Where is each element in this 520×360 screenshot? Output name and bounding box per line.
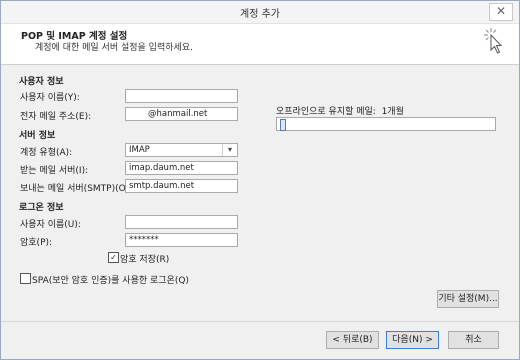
email-label: 전자 메일 주소(E): <box>20 112 92 122</box>
spa-checkbox[interactable] <box>20 273 31 284</box>
incoming-server-input[interactable]: imap.daum.net <box>125 161 238 175</box>
login-user-label: 사용자 이름(U): <box>20 220 81 230</box>
back-button[interactable]: < 뒤로(B) <box>326 331 379 349</box>
offline-slider-thumb[interactable] <box>280 119 286 131</box>
header-subtitle: 계정에 대한 메일 서버 설정을 입력하세요. <box>35 43 193 53</box>
account-type-select[interactable]: IMAP ▾ <box>125 143 238 157</box>
offline-label: 오프라인으로 유지할 메일: 1개월 <box>276 104 404 117</box>
password-input[interactable]: ******* <box>125 233 238 247</box>
server-info-section: 서버 정보 <box>19 131 56 141</box>
next-button[interactable]: 다음(N) > <box>386 331 439 349</box>
password-label: 암호(P): <box>20 238 53 248</box>
title-bar: 계정 추가 ✕ <box>1 1 519 24</box>
click-cursor-icon <box>484 28 503 54</box>
dialog-header: POP 및 IMAP 계정 설정 계정에 대한 메일 서버 설정을 입력하세요. <box>1 24 519 65</box>
offline-value: 1개월 <box>381 107 404 117</box>
account-setup-dialog: 계정 추가 ✕ POP 및 IMAP 계정 설정 계정에 대한 메일 서버 설정… <box>0 0 520 360</box>
user-name-label: 사용자 이름(Y): <box>20 93 80 103</box>
spa-label[interactable]: SPA(보안 암호 인증)를 사용한 로그온(Q) <box>32 273 189 286</box>
user-info-section: 사용자 정보 <box>19 77 64 87</box>
outgoing-server-input[interactable]: smtp.daum.net <box>125 179 238 193</box>
window-title: 계정 추가 <box>240 9 280 20</box>
account-type-value: IMAP <box>129 145 150 155</box>
account-type-label: 계정 유형(A): <box>20 148 73 158</box>
email-input[interactable]: @hanmail.net <box>125 107 238 121</box>
chevron-down-icon[interactable]: ▾ <box>222 144 237 156</box>
user-name-input[interactable] <box>125 89 238 103</box>
offline-slider[interactable] <box>276 117 496 131</box>
remember-password-checkbox[interactable]: ✓ <box>108 252 119 263</box>
more-settings-button[interactable]: 기타 설정(M)... <box>437 290 499 308</box>
incoming-server-label: 받는 메일 서버(I): <box>20 166 89 176</box>
login-user-input[interactable] <box>125 215 238 229</box>
close-icon[interactable]: ✕ <box>489 3 513 21</box>
outgoing-server-label: 보내는 메일 서버(SMTP)(O): <box>20 184 133 194</box>
remember-password-label[interactable]: 암호 저장(R) <box>120 252 169 265</box>
offline-label-text: 오프라인으로 유지할 메일: <box>276 107 376 117</box>
cancel-button[interactable]: 취소 <box>448 331 499 349</box>
login-info-section: 로그온 정보 <box>19 203 64 213</box>
footer-divider <box>1 321 519 322</box>
